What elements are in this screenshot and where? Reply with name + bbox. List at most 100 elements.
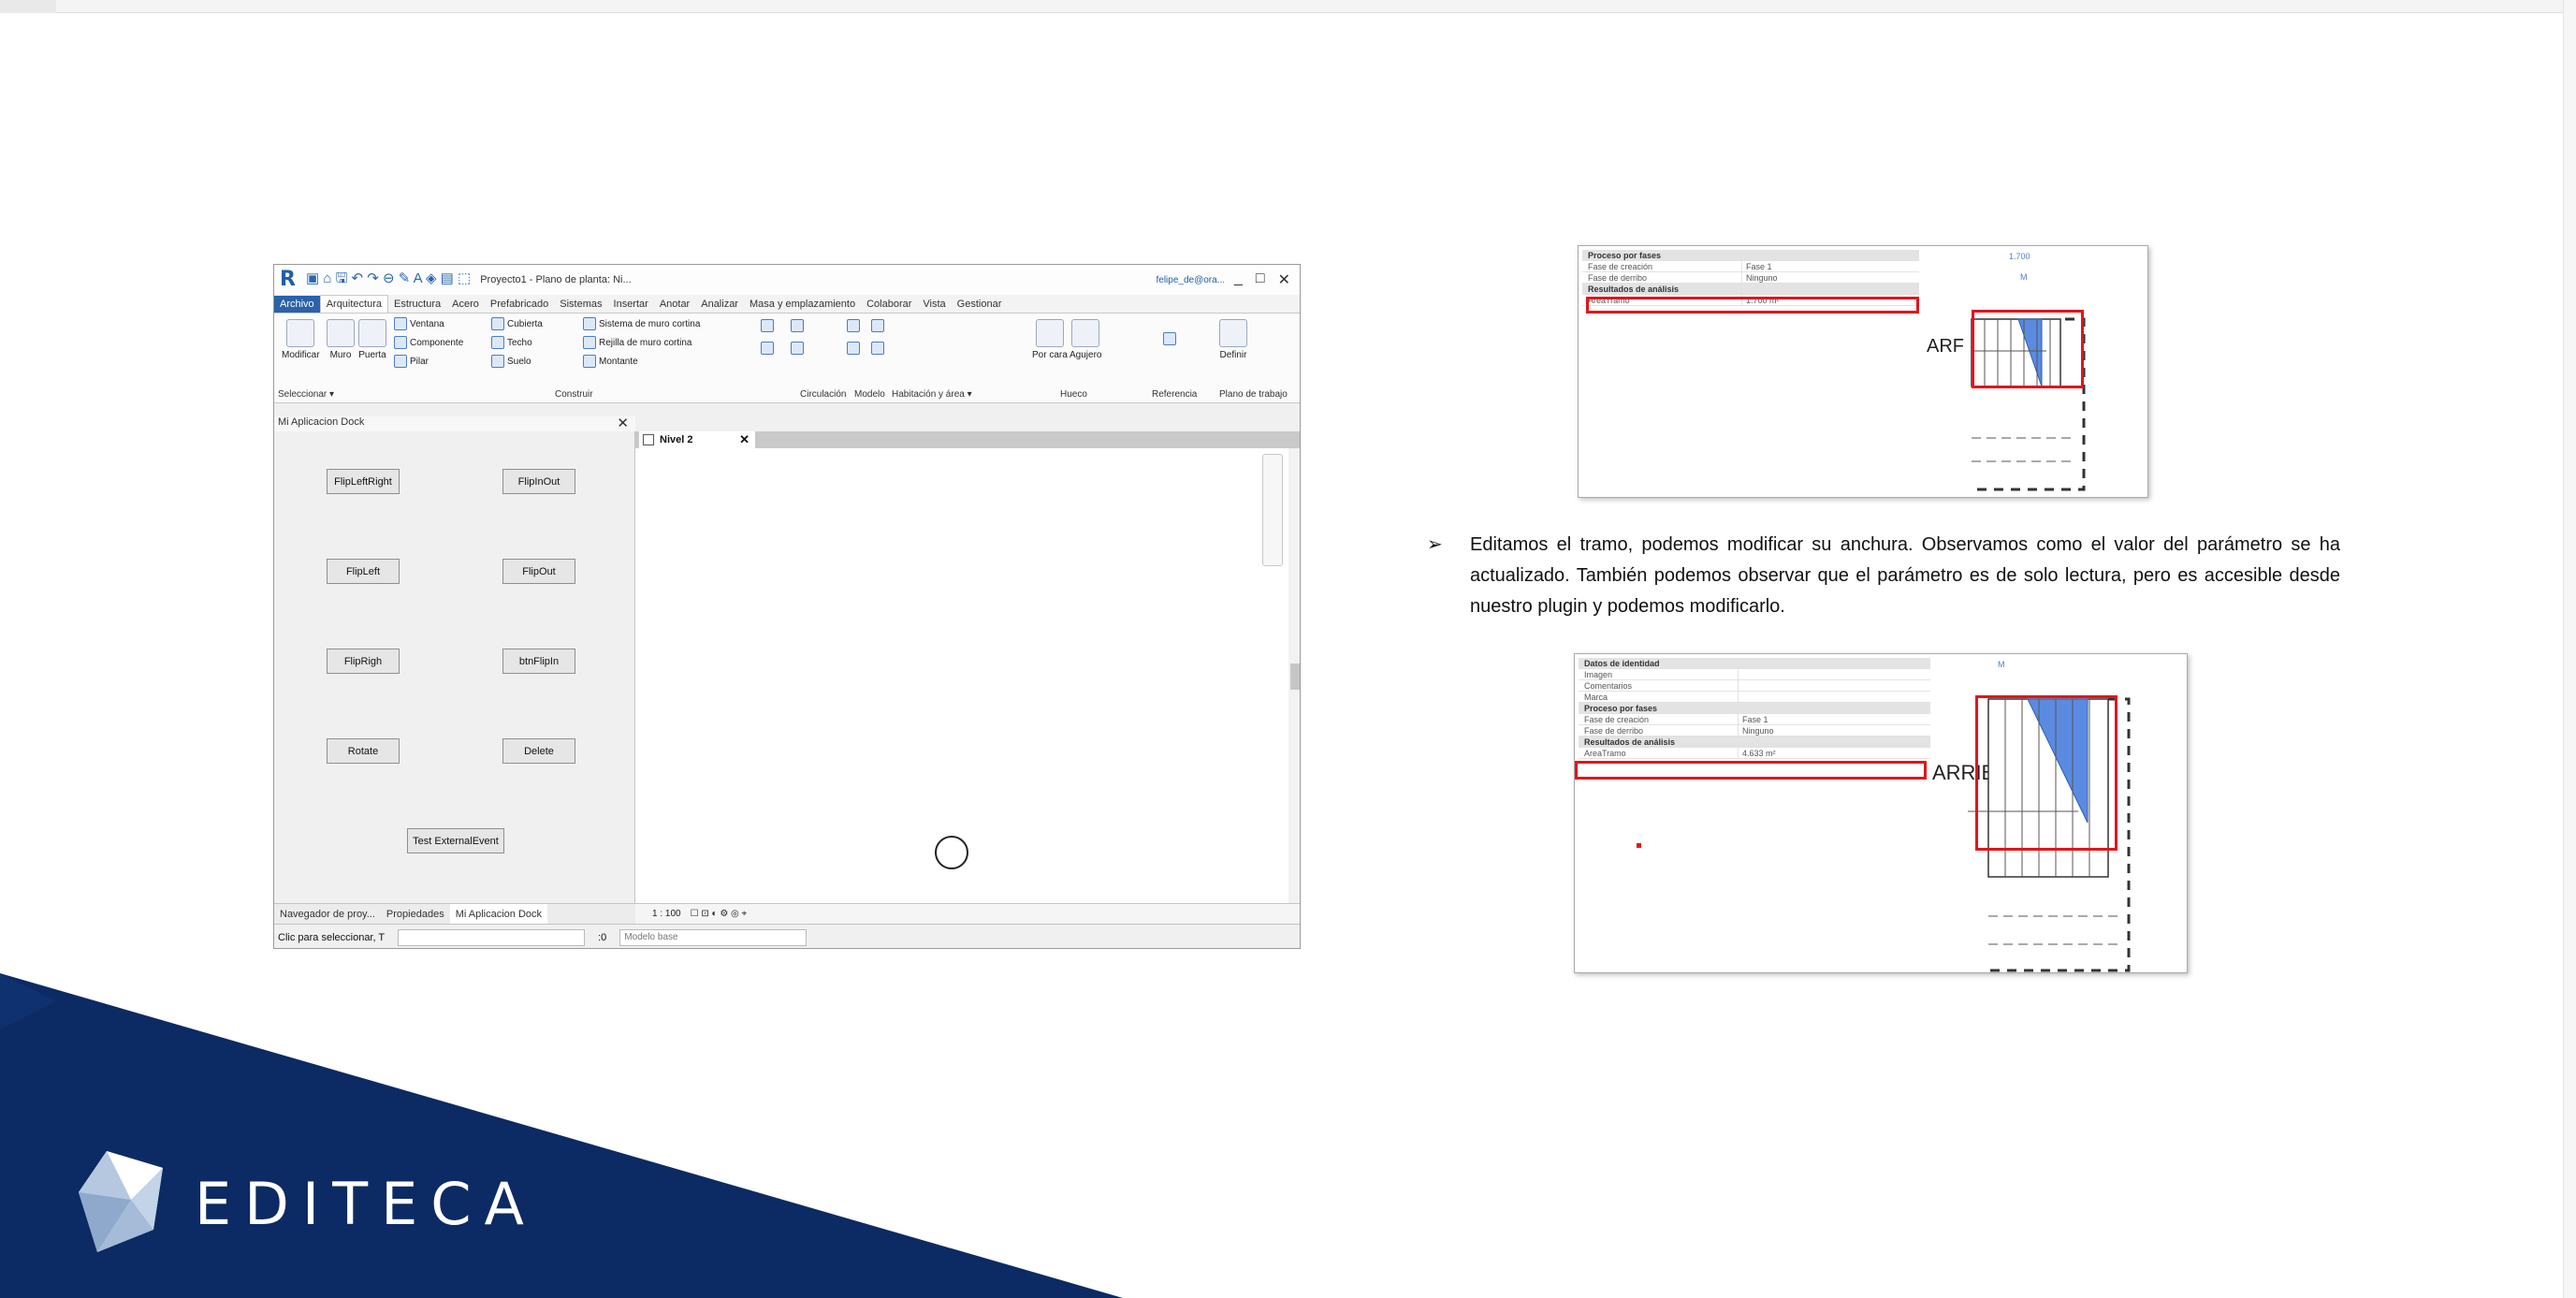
delete-button[interactable]: Delete bbox=[502, 738, 575, 764]
tab-anotar[interactable]: Anotar bbox=[654, 296, 695, 313]
panel-seleccionar[interactable]: Seleccionar ▾ bbox=[278, 389, 334, 400]
ribbon-tabs: Archivo Arquitectura Estructura Acero Pr… bbox=[274, 295, 1300, 314]
flip-in-out-button[interactable]: FlipInOut bbox=[502, 469, 575, 494]
railing-icon bbox=[761, 319, 774, 332]
panel-hueco: Hueco bbox=[1060, 389, 1087, 400]
highlight-areatramo-1 bbox=[1586, 297, 1919, 314]
maximize-icon[interactable]: □ bbox=[1256, 270, 1265, 289]
cursor-icon bbox=[286, 319, 315, 347]
panel-construir: Construir bbox=[555, 389, 593, 400]
cubierta-button[interactable]: Cubierta bbox=[491, 317, 543, 330]
room-icons[interactable] bbox=[847, 319, 884, 332]
bullet-arrow-icon: ➢ bbox=[1427, 534, 1443, 555]
floor-icon bbox=[491, 355, 504, 368]
modelo-base-combo[interactable]: Modelo base bbox=[619, 928, 808, 946]
highlight-stair-1 bbox=[1972, 310, 2084, 388]
brand-logo-text: EDITECA bbox=[195, 1170, 537, 1238]
vertical-scrollbar[interactable] bbox=[1288, 448, 1300, 903]
flip-left-right-button[interactable]: FlipLeftRight bbox=[327, 469, 400, 494]
flip-righ-button[interactable]: FlipRigh bbox=[327, 649, 400, 674]
tab-archivo[interactable]: Archivo bbox=[274, 296, 320, 313]
dimension-label: M bbox=[2020, 272, 2028, 282]
modificar-button[interactable]: Modificar bbox=[282, 319, 320, 360]
door-icon bbox=[358, 319, 386, 347]
status-zero: :0 bbox=[598, 931, 607, 943]
suelo-button[interactable]: Suelo bbox=[491, 355, 531, 368]
grid-ref-button[interactable] bbox=[1163, 332, 1176, 345]
circulacion-icons[interactable] bbox=[761, 319, 804, 332]
tag-area-icon bbox=[871, 342, 884, 355]
navigation-bar[interactable] bbox=[1262, 454, 1283, 566]
flip-out-button[interactable]: FlipOut bbox=[502, 559, 575, 584]
tab-gestionar[interactable]: Gestionar bbox=[952, 296, 1008, 313]
tab-insertar[interactable]: Insertar bbox=[608, 296, 654, 313]
tab-arquitectura[interactable]: Arquitectura bbox=[319, 295, 388, 313]
highlight-areatramo-2 bbox=[1575, 761, 1927, 780]
test-external-event-button[interactable]: Test ExternalEvent bbox=[407, 828, 504, 853]
tab-sistemas[interactable]: Sistemas bbox=[554, 296, 607, 313]
close-icon[interactable]: ✕ bbox=[1278, 270, 1290, 289]
rejilla-button[interactable]: Rejilla de muro cortina bbox=[583, 336, 692, 349]
prop-row: Marca bbox=[1579, 692, 1930, 703]
grid-icon bbox=[1163, 332, 1176, 345]
user-account[interactable]: felipe_de@ora... bbox=[1156, 275, 1225, 285]
dock-title: Mi Aplicacion Dock bbox=[274, 416, 635, 431]
ribbon-panel: Modificar Muro Puerta Ventana Componente… bbox=[274, 314, 1300, 403]
prop-row: Resultados de análisis bbox=[1582, 284, 1919, 295]
panel-habitacion[interactable]: Habitación y área ▾ bbox=[892, 389, 972, 400]
tab-navegador[interactable]: Navegador de proy... bbox=[274, 904, 381, 925]
tab-nivel-2[interactable]: Nivel 2 ✕ bbox=[639, 431, 755, 448]
montante-button[interactable]: Montante bbox=[583, 355, 638, 368]
muro-button[interactable]: Muro bbox=[327, 319, 355, 360]
by-face-icon bbox=[1035, 319, 1064, 347]
slide-corner bbox=[0, 0, 56, 13]
puerta-button[interactable]: Puerta bbox=[358, 319, 386, 360]
window-icon bbox=[394, 317, 407, 330]
workset-combo[interactable] bbox=[398, 928, 586, 946]
por-cara-button[interactable]: Por cara bbox=[1032, 319, 1068, 360]
prop-row: Fase de creación Fase 1 bbox=[1582, 261, 1919, 272]
tab-masa[interactable]: Masa y emplazamiento bbox=[744, 296, 861, 313]
component-icon bbox=[394, 336, 407, 349]
tab-prefabricado[interactable]: Prefabricado bbox=[485, 296, 554, 313]
tab-analizar[interactable]: Analizar bbox=[695, 296, 744, 313]
componente-button[interactable]: Componente bbox=[394, 336, 463, 349]
tab-colaborar[interactable]: Colaborar bbox=[861, 296, 917, 313]
btn-flip-in-button[interactable]: btnFlipIn bbox=[502, 649, 575, 674]
tab-acero[interactable]: Acero bbox=[446, 296, 485, 313]
prop-row: Proceso por fases bbox=[1579, 703, 1930, 714]
area-icons[interactable] bbox=[847, 342, 884, 355]
drawing-canvas[interactable] bbox=[635, 448, 1300, 903]
revit-logo-icon[interactable]: R bbox=[280, 269, 302, 291]
close-view-icon[interactable]: ✕ bbox=[739, 431, 750, 448]
view-controls-icons[interactable]: ☐ ⊡ ◐ ⚙ ◎ ⌖ bbox=[691, 909, 748, 919]
scroll-thumb[interactable] bbox=[1290, 664, 1300, 690]
pilar-button[interactable]: Pilar bbox=[394, 355, 429, 368]
sistema-muro-button[interactable]: Sistema de muro cortina bbox=[583, 317, 700, 330]
tab-estructura[interactable]: Estructura bbox=[388, 296, 446, 313]
flip-left-button[interactable]: FlipLeft bbox=[327, 559, 400, 584]
tab-vista[interactable]: Vista bbox=[917, 296, 951, 313]
red-marker bbox=[1637, 843, 1641, 848]
model-text-icon bbox=[791, 342, 804, 355]
tag-room-icon bbox=[871, 319, 884, 332]
quick-access-icons[interactable]: ▣ ⌂ 🖫 ↶ ↷ ⊖ ✎ A ◈ ▤ ⬚ bbox=[306, 269, 471, 292]
tab-propiedades[interactable]: Propiedades bbox=[381, 904, 450, 925]
panel-plano-trabajo: Plano de trabajo bbox=[1219, 389, 1288, 400]
minimize-icon[interactable]: _ bbox=[1234, 270, 1243, 289]
area-icon bbox=[847, 342, 860, 355]
window-controls: _ □ ✕ bbox=[1234, 270, 1290, 289]
ventana-button[interactable]: Ventana bbox=[394, 317, 444, 330]
editeca-logo-icon bbox=[79, 1151, 163, 1252]
tab-mi-aplicacion-dock[interactable]: Mi Aplicacion Dock bbox=[449, 903, 548, 925]
prop-row: Comentarios bbox=[1579, 680, 1930, 692]
dock-close-icon[interactable]: ✕ bbox=[617, 415, 629, 431]
techo-button[interactable]: Techo bbox=[491, 336, 532, 349]
rotate-button[interactable]: Rotate bbox=[327, 738, 400, 764]
agujero-button[interactable]: Agujero bbox=[1070, 319, 1101, 360]
window-title: Proyecto1 - Plano de planta: Ni... bbox=[480, 274, 632, 285]
definir-button[interactable]: Definir bbox=[1219, 319, 1247, 360]
stair-icons[interactable] bbox=[761, 342, 804, 355]
wall-icon bbox=[327, 319, 355, 347]
scale-value[interactable]: 1 : 100 bbox=[652, 909, 681, 919]
